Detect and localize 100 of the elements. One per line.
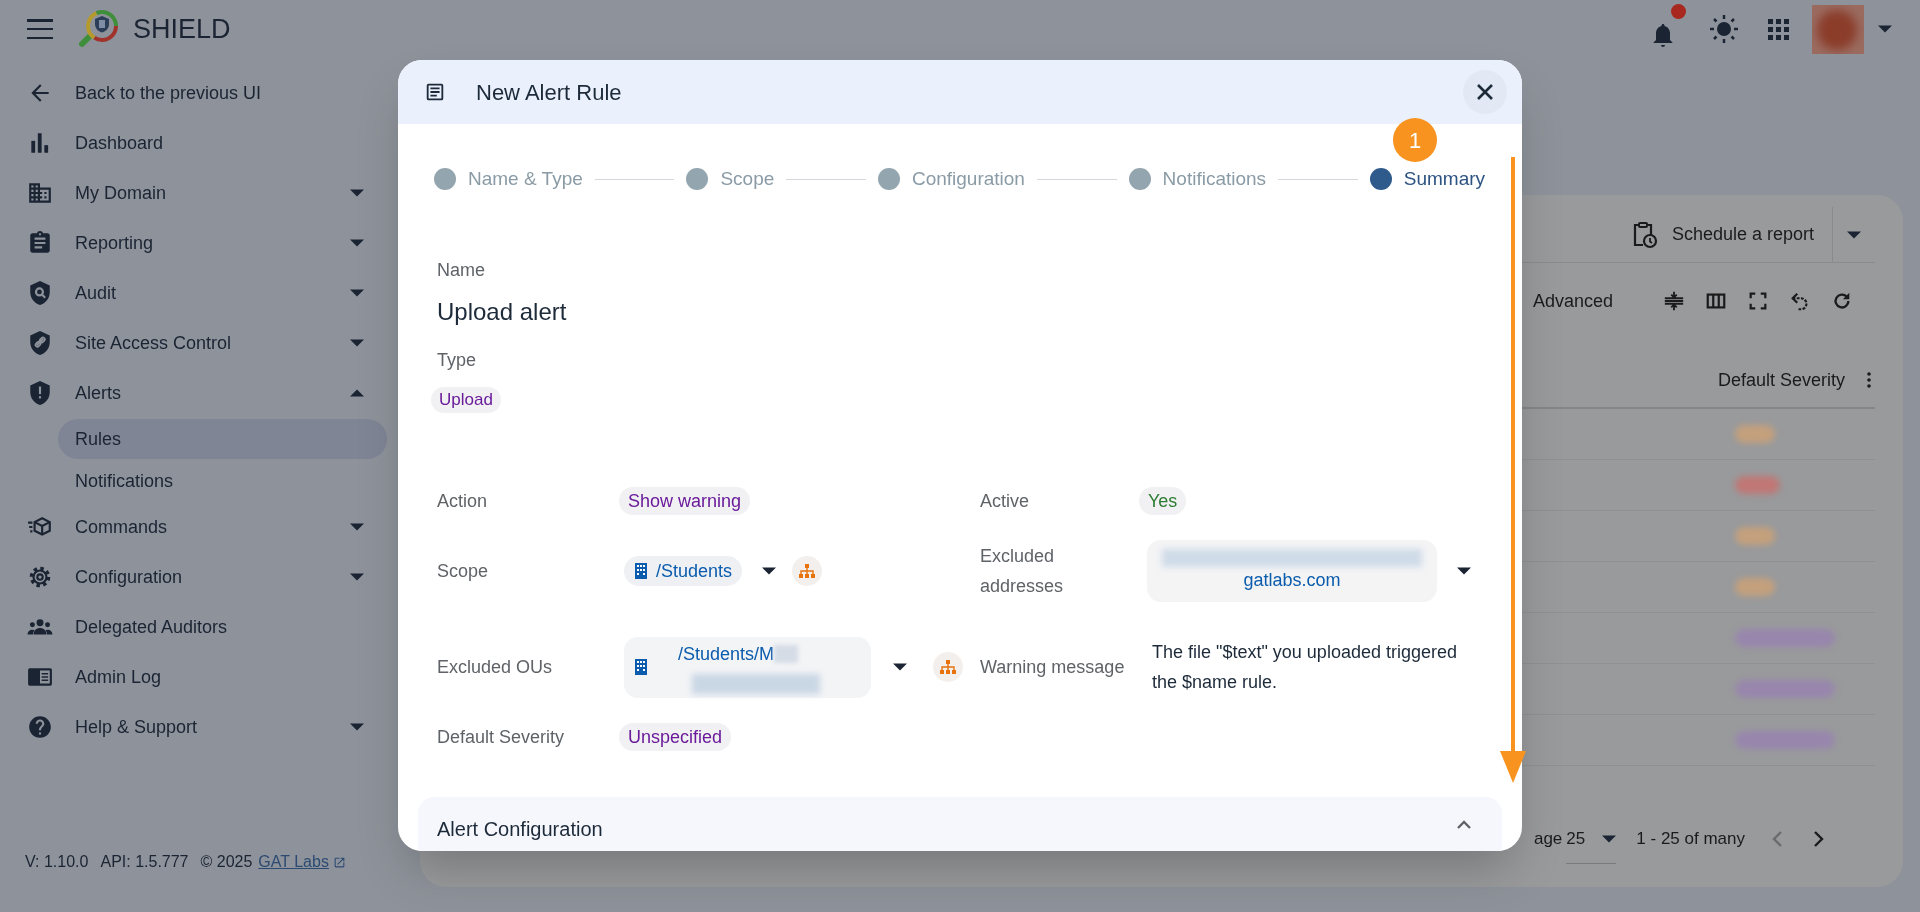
close-icon [1476,83,1494,101]
sidebar-subitem[interactable]: Notifications [58,461,387,501]
caret-down-icon [1847,230,1861,239]
schedule-report-button[interactable]: Schedule a report [1629,220,1832,249]
caret-down-icon [1457,567,1471,575]
density-button[interactable] [1663,289,1685,313]
value-chip: Yes [1139,487,1187,515]
blurred-badge [1735,425,1775,443]
caret-down-icon [350,523,364,531]
menu-icon[interactable] [27,19,53,39]
caret-down-icon [893,663,907,671]
sidebar-item[interactable]: Delegated Auditors [0,602,400,652]
field-label: Warning message [980,656,1126,679]
value-chip: Unspecified [619,723,732,751]
caret-down-icon [350,339,364,347]
value-chip: Show warning [619,487,751,515]
account-button[interactable] [1812,4,1892,54]
next-page-button[interactable] [1813,830,1825,848]
density-icon [1663,290,1685,312]
avatar [1812,4,1864,54]
columns-icon [1705,290,1727,312]
advanced-button[interactable]: Advanced [1532,287,1613,315]
sidebar-item[interactable]: Site Access Control [0,318,400,368]
caret-down-icon [350,289,364,297]
sidebar-item[interactable]: Alerts [0,368,400,418]
sidebar-item[interactable]: Help & Support [0,702,400,752]
section-header[interactable]: Alert Configuration [418,797,1502,851]
caret-down-icon [762,567,777,575]
copyright-text: © 2025 [200,852,253,872]
sidebar-item[interactable]: Reporting [0,218,400,268]
building-icon [634,659,648,675]
hierarchy-icon [799,564,816,578]
version-text: V: 1.10.0 [25,852,89,872]
field-label: Default Severity [437,726,566,749]
gear-icon [27,564,53,590]
dialog-title: New Alert Rule [476,78,622,107]
company-link[interactable]: GAT Labs [258,850,346,874]
sidebar-subitem[interactable]: Rules [58,419,387,459]
rule-name: Upload alert [437,297,568,327]
field-label: Action [437,490,489,513]
caret-down-icon [350,189,364,197]
caret-down-icon [1878,25,1892,33]
bell-icon [1651,22,1675,48]
step[interactable]: Configuration [877,164,1025,194]
field-label: Type [437,349,478,372]
blurred-badge [1735,476,1780,494]
field-label: Excluded addresses [980,545,1065,598]
app-title: SHIELD [133,12,231,46]
shield-alert-icon [27,380,53,406]
field-label: Scope [437,560,490,583]
close-button[interactable] [1463,70,1507,114]
help-icon [27,714,53,740]
caret-down-icon [350,723,364,731]
caret-up-icon [350,389,364,397]
ou-chip: /Students [624,556,743,586]
sidebar-item[interactable]: Configuration [0,552,400,602]
sun-icon [1710,15,1738,43]
step[interactable]: Notifications [1128,164,1267,194]
hierarchy-button[interactable] [792,556,823,586]
chevron-right-icon [1813,830,1825,848]
shield-link-icon [27,330,53,356]
api-version-text: API: 1.5.777 [100,852,189,872]
sidebar-item[interactable]: My Domain [0,168,400,218]
logo-icon [79,8,121,50]
field-label: Excluded OUs [437,656,554,679]
field-label: Active [980,490,1031,513]
external-link-icon [332,855,346,869]
sidebar-item[interactable]: Dashboard [0,118,400,168]
chevron-left-icon [1771,830,1783,848]
address-select-field[interactable]: gatlabs.com [1147,540,1437,602]
document-icon [424,81,446,103]
sidebar-item[interactable]: Admin Log [0,652,400,702]
clipboard-icon [27,230,53,256]
ou-select-field[interactable]: /Students/M [624,636,871,698]
type-chip: Upload [431,387,501,413]
per-page-select[interactable]: 25 [1566,824,1617,864]
chevron-up-icon [1456,820,1472,830]
blurred-badge [1735,527,1775,545]
caret-down-icon [350,239,364,247]
shield-search-icon [27,280,53,306]
step[interactable]: Summary [1369,164,1486,194]
building-icon [27,180,53,206]
caret-down-icon [350,573,364,581]
warning-message-text: The file "$text" you uploaded triggered the $name rule. [1152,641,1458,694]
fullscreen-icon [1747,290,1769,312]
step[interactable]: Name & Type [434,164,583,194]
redacted-text [774,645,799,663]
blurred-badge [1735,578,1775,596]
building-icon [634,563,648,579]
per-page-label: age [1533,828,1563,851]
grid-icon [1767,18,1789,40]
sidebar-item[interactable]: Back to the previous UI [0,68,400,118]
page-range: 1 - 25 of many [1636,828,1745,851]
sidebar-item[interactable]: Audit [0,268,400,318]
hierarchy-button[interactable] [933,652,963,682]
column-header: Default Severity [1717,368,1845,392]
step[interactable]: Scope [686,164,775,194]
sidebar-item[interactable]: Commands [0,502,400,552]
field-label: Name [437,259,486,282]
caret-down-icon [1602,834,1617,843]
